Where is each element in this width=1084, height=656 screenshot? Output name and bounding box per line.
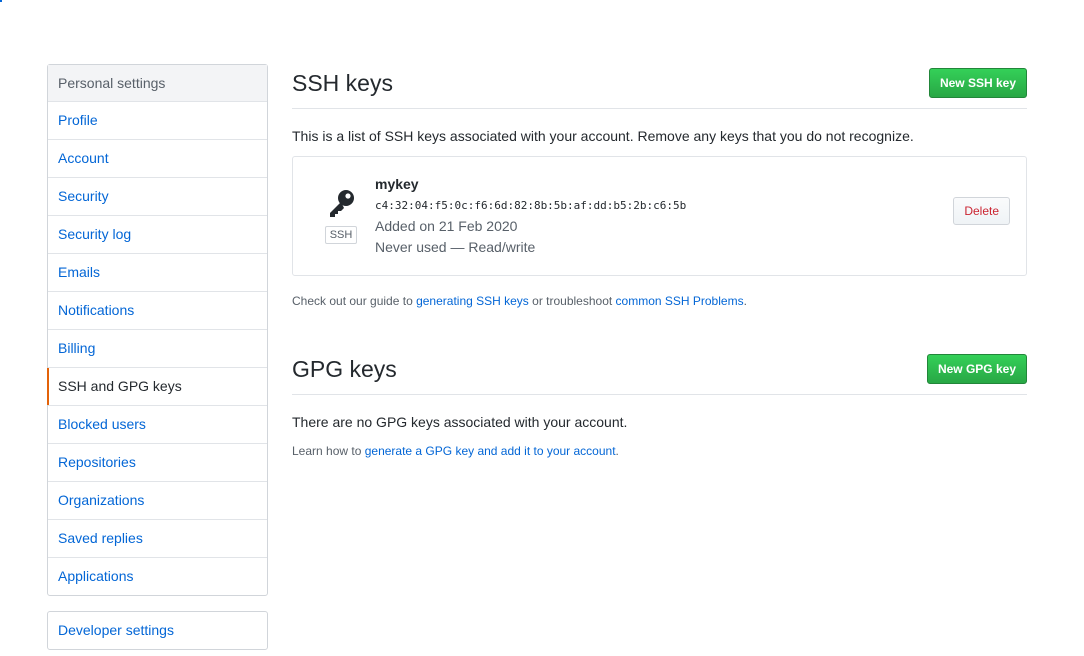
developer-settings-menu: Developer settings <box>47 611 268 650</box>
gpg-keys-header: GPG keys New GPG key <box>292 350 1027 395</box>
common-ssh-problems-link[interactable]: common SSH Problems <box>616 294 744 308</box>
sidebar-item-applications[interactable]: Applications <box>48 558 267 595</box>
gpg-learn-text: Learn how to generate a GPG key and add … <box>292 444 619 458</box>
ssh-keys-description: This is a list of SSH keys associated wi… <box>292 128 914 144</box>
key-fingerprint: c4:32:04:f5:0c:f6:6d:82:8b:5b:af:dd:b5:2… <box>375 199 687 212</box>
gpg-learn-prefix: Learn how to <box>292 444 365 458</box>
ssh-guide-suffix: . <box>743 294 747 308</box>
ssh-keys-header: SSH keys New SSH key <box>292 64 1027 109</box>
key-icon <box>330 190 354 217</box>
generate-gpg-key-link[interactable]: generate a GPG key and add it to your ac… <box>365 444 616 458</box>
sidebar-item-billing[interactable]: Billing <box>48 330 267 368</box>
gpg-learn-suffix: . <box>615 444 619 458</box>
new-gpg-key-button[interactable]: New GPG key <box>926 354 1027 384</box>
ssh-key-item: SSH mykey c4:32:04:f5:0c:f6:6d:82:8b:5b:… <box>292 156 1027 276</box>
ssh-keys-title: SSH keys <box>292 70 393 96</box>
sidebar-item-security-log[interactable]: Security log <box>48 216 267 254</box>
sidebar-item-organizations[interactable]: Organizations <box>48 482 267 520</box>
corner-dot <box>0 0 2 2</box>
sidebar-item-account[interactable]: Account <box>48 140 267 178</box>
sidebar-item-developer-settings[interactable]: Developer settings <box>48 612 267 649</box>
ssh-type-label: SSH <box>325 226 357 244</box>
key-added-date: Added on 21 Feb 2020 <box>375 218 518 234</box>
sidebar-item-notifications[interactable]: Notifications <box>48 292 267 330</box>
sidebar-item-repositories[interactable]: Repositories <box>48 444 267 482</box>
generating-ssh-keys-link[interactable]: generating SSH keys <box>416 294 529 308</box>
sidebar-item-saved-replies[interactable]: Saved replies <box>48 520 267 558</box>
sidebar-item-profile[interactable]: Profile <box>48 102 267 140</box>
sidebar-item-security[interactable]: Security <box>48 178 267 216</box>
settings-page: Personal settings Profile Account Securi… <box>0 0 1084 656</box>
new-ssh-key-button[interactable]: New SSH key <box>928 68 1027 98</box>
ssh-guide-text: Check out our guide to generating SSH ke… <box>292 294 747 308</box>
sidebar-item-blocked-users[interactable]: Blocked users <box>48 406 267 444</box>
ssh-guide-middle: or troubleshoot <box>528 294 616 308</box>
ssh-guide-prefix: Check out our guide to <box>292 294 417 308</box>
menu-heading: Personal settings <box>48 65 267 102</box>
delete-key-button[interactable]: Delete <box>953 197 1010 225</box>
sidebar-item-emails[interactable]: Emails <box>48 254 267 292</box>
key-usage: Never used — Read/write <box>375 239 536 255</box>
gpg-empty-text: There are no GPG keys associated with yo… <box>292 414 628 430</box>
personal-settings-menu: Personal settings Profile Account Securi… <box>47 64 268 596</box>
key-title: mykey <box>375 176 419 192</box>
gpg-keys-title: GPG keys <box>292 356 397 382</box>
sidebar-item-ssh-gpg-keys[interactable]: SSH and GPG keys <box>47 368 267 406</box>
